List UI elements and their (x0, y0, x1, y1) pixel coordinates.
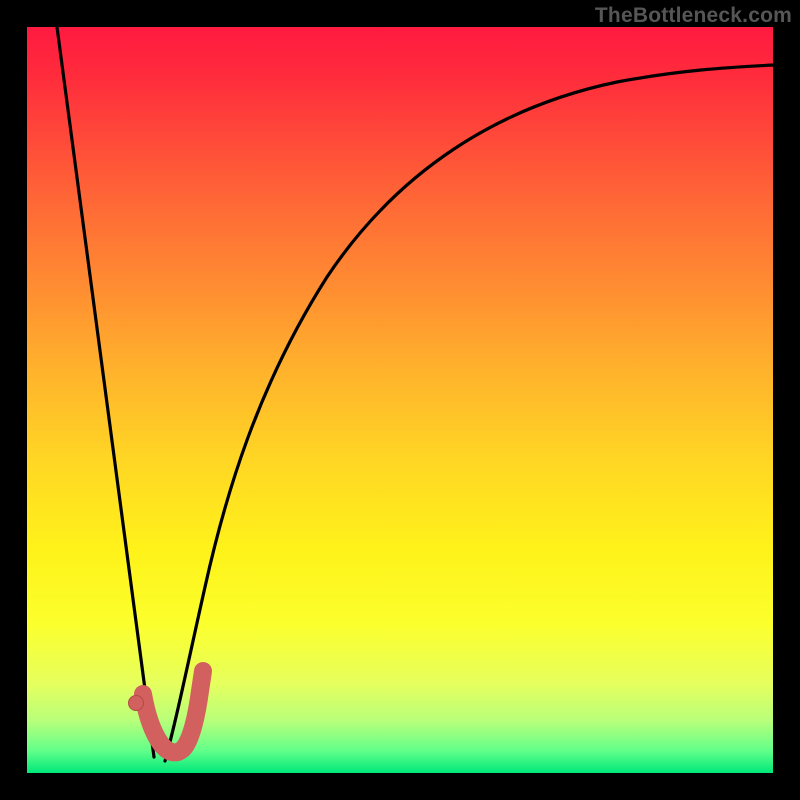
checkmark-marker (143, 671, 203, 752)
dot-marker (129, 696, 144, 711)
chart-frame: TheBottleneck.com (0, 0, 800, 800)
watermark-text: TheBottleneck.com (595, 4, 792, 28)
plot-area (27, 27, 773, 773)
curve-layer (27, 27, 773, 773)
curve-left-branch (57, 27, 154, 757)
curve-right-branch (165, 65, 773, 761)
